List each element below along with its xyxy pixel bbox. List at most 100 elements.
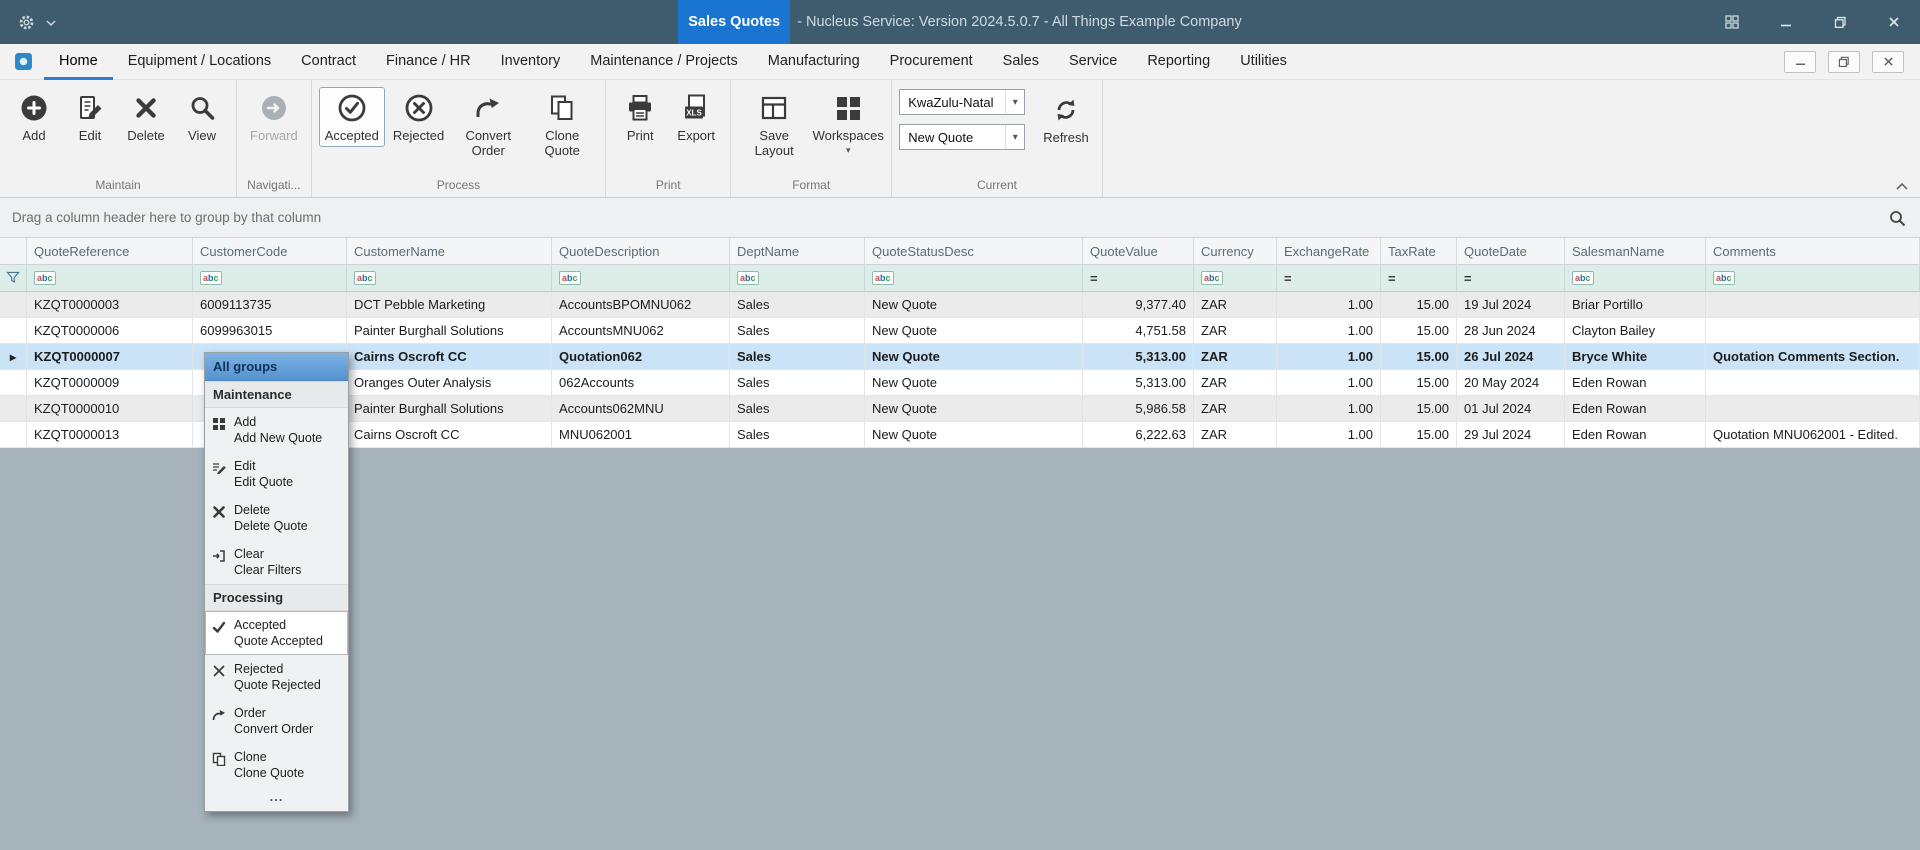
tab-utilities[interactable]: Utilities bbox=[1225, 44, 1302, 80]
accepted-icon bbox=[211, 619, 227, 635]
filter-cell-deptname[interactable]: abc bbox=[730, 265, 865, 292]
menu-item-clone[interactable]: Clone Clone Quote bbox=[205, 743, 348, 787]
column-header-currency[interactable]: Currency bbox=[1194, 238, 1277, 265]
menu-footer-ellipsis[interactable]: ... bbox=[205, 787, 348, 811]
menu-item-order[interactable]: Order Convert Order bbox=[205, 699, 348, 743]
add-button[interactable]: Add bbox=[7, 87, 61, 147]
filter-cell-customername[interactable]: abc bbox=[347, 265, 552, 292]
export-button[interactable]: XLS Export bbox=[669, 87, 723, 147]
app-icon[interactable] bbox=[12, 51, 34, 73]
cell-salesmanname: Clayton Bailey bbox=[1565, 318, 1706, 344]
tab-inventory[interactable]: Inventory bbox=[486, 44, 576, 80]
tab-maintenance-projects[interactable]: Maintenance / Projects bbox=[575, 44, 753, 80]
cell-quotereference: KZQT0000013 bbox=[27, 422, 193, 448]
menu-item-rejected[interactable]: Rejected Quote Rejected bbox=[205, 655, 348, 699]
forward-button[interactable]: Forward bbox=[244, 87, 304, 147]
minimize-button[interactable] bbox=[1774, 10, 1798, 34]
row-indicator bbox=[0, 370, 27, 396]
tab-finance-hr[interactable]: Finance / HR bbox=[371, 44, 486, 80]
tab-contract[interactable]: Contract bbox=[286, 44, 371, 80]
cell-quotedate: 26 Jul 2024 bbox=[1457, 344, 1565, 370]
column-header-deptname[interactable]: DeptName bbox=[730, 238, 865, 265]
cell-deptname: Sales bbox=[730, 344, 865, 370]
menu-item-desc: Quote Rejected bbox=[234, 678, 321, 692]
menu-item-label: Order bbox=[234, 706, 266, 720]
menu-item-desc: Quote Accepted bbox=[234, 634, 323, 648]
delete-button[interactable]: Delete bbox=[119, 87, 173, 147]
tab-home[interactable]: Home bbox=[44, 44, 113, 80]
quote-type-dropdown[interactable]: New Quote ▾ bbox=[899, 124, 1026, 150]
column-header-quotedate[interactable]: QuoteDate bbox=[1457, 238, 1565, 265]
tab-equipment-locations[interactable]: Equipment / Locations bbox=[113, 44, 286, 80]
tab-sales[interactable]: Sales bbox=[988, 44, 1054, 80]
cell-deptname: Sales bbox=[730, 370, 865, 396]
filter-cell-comments[interactable]: abc bbox=[1706, 265, 1920, 292]
filter-cell-currency[interactable]: abc bbox=[1194, 265, 1277, 292]
cell-quotedescription: 062Accounts bbox=[552, 370, 730, 396]
cell-customercode: 6099963015 bbox=[193, 318, 347, 344]
context-menu-header[interactable]: All groups bbox=[205, 353, 348, 381]
clone-icon bbox=[211, 751, 227, 767]
filter-cell-customercode[interactable]: abc bbox=[193, 265, 347, 292]
column-header-quotevalue[interactable]: QuoteValue bbox=[1083, 238, 1194, 265]
column-header-salesmanname[interactable]: SalesmanName bbox=[1565, 238, 1706, 265]
column-header-customername[interactable]: CustomerName bbox=[347, 238, 552, 265]
filter-cell-taxrate[interactable]: = bbox=[1381, 265, 1457, 292]
table-row[interactable]: KZQT0000006 6099963015 Painter Burghall So… bbox=[0, 318, 1920, 344]
tab-manufacturing[interactable]: Manufacturing bbox=[753, 44, 875, 80]
tab-service[interactable]: Service bbox=[1054, 44, 1132, 80]
clone-quote-button[interactable]: Clone Quote bbox=[526, 87, 598, 162]
workspaces-button[interactable]: Workspaces ▾ bbox=[812, 87, 884, 156]
filter-cell-quotereference[interactable]: abc bbox=[27, 265, 193, 292]
column-header-quotestatusdesc[interactable]: QuoteStatusDesc bbox=[865, 238, 1083, 265]
menu-item-delete[interactable]: Delete Delete Quote bbox=[205, 496, 348, 540]
menu-item-clear[interactable]: Clear Clear Filters bbox=[205, 540, 348, 584]
convert-order-button[interactable]: Convert Order bbox=[452, 87, 524, 162]
clone-quote-icon bbox=[545, 91, 579, 125]
group-by-panel[interactable]: Drag a column header here to group by th… bbox=[0, 198, 1920, 238]
column-header-quotereference[interactable]: QuoteReference bbox=[27, 238, 193, 265]
accepted-button[interactable]: Accepted bbox=[318, 87, 385, 147]
filter-cell-quotedescription[interactable]: abc bbox=[552, 265, 730, 292]
filter-cell-quotedate[interactable]: = bbox=[1457, 265, 1565, 292]
menu-item-edit[interactable]: Edit Edit Quote bbox=[205, 452, 348, 496]
close-button[interactable] bbox=[1882, 10, 1906, 34]
ribbon-minimize-button[interactable] bbox=[1784, 50, 1816, 73]
apps-grid-icon[interactable] bbox=[1720, 10, 1744, 34]
ribbon-collapse-chevron[interactable] bbox=[1894, 180, 1910, 192]
filter-cell-quotevalue[interactable]: = bbox=[1083, 265, 1194, 292]
ribbon-tab-row: Home Equipment / Locations Contract Finance… bbox=[0, 44, 1920, 80]
menu-item-text: Add Add New Quote bbox=[234, 414, 322, 446]
filter-cell-exchangerate[interactable]: = bbox=[1277, 265, 1381, 292]
accepted-icon bbox=[335, 91, 369, 125]
edit-button[interactable]: Edit bbox=[63, 87, 117, 147]
rejected-button[interactable]: Rejected bbox=[387, 87, 450, 147]
save-layout-button-label: Save Layout bbox=[754, 128, 794, 158]
region-dropdown[interactable]: KwaZulu-Natal ▾ bbox=[899, 89, 1026, 115]
menu-item-add[interactable]: Add Add New Quote bbox=[205, 408, 348, 452]
tab-procurement[interactable]: Procurement bbox=[875, 44, 988, 80]
titlebar-caret-icon[interactable] bbox=[46, 13, 56, 31]
search-icon[interactable] bbox=[1886, 207, 1908, 229]
rejected-button-label: Rejected bbox=[392, 128, 445, 143]
column-header-comments[interactable]: Comments bbox=[1706, 238, 1920, 265]
gear-icon[interactable] bbox=[14, 10, 38, 34]
cell-currency: ZAR bbox=[1194, 318, 1277, 344]
print-button[interactable]: Print bbox=[613, 87, 667, 147]
filter-cell-salesmanname[interactable]: abc bbox=[1565, 265, 1706, 292]
restore-button[interactable] bbox=[1828, 10, 1852, 34]
table-row[interactable]: KZQT0000003 6009113735 DCT Pebble Marketin… bbox=[0, 292, 1920, 318]
column-header-customercode[interactable]: CustomerCode bbox=[193, 238, 347, 265]
ribbon-close-button[interactable] bbox=[1872, 50, 1904, 73]
menu-item-accepted[interactable]: Accepted Quote Accepted bbox=[205, 611, 348, 655]
save-layout-button[interactable]: Save Layout bbox=[738, 87, 810, 162]
cell-comments: Quotation MNU062001 - Edited. bbox=[1706, 422, 1920, 448]
column-header-taxrate[interactable]: TaxRate bbox=[1381, 238, 1457, 265]
tab-reporting[interactable]: Reporting bbox=[1132, 44, 1225, 80]
refresh-button[interactable]: Refresh bbox=[1037, 89, 1095, 149]
column-header-exchangerate[interactable]: ExchangeRate bbox=[1277, 238, 1381, 265]
filter-cell-quotestatusdesc[interactable]: abc bbox=[865, 265, 1083, 292]
view-button[interactable]: View bbox=[175, 87, 229, 147]
ribbon-restore-button[interactable] bbox=[1828, 50, 1860, 73]
column-header-quotedescription[interactable]: QuoteDescription bbox=[552, 238, 730, 265]
